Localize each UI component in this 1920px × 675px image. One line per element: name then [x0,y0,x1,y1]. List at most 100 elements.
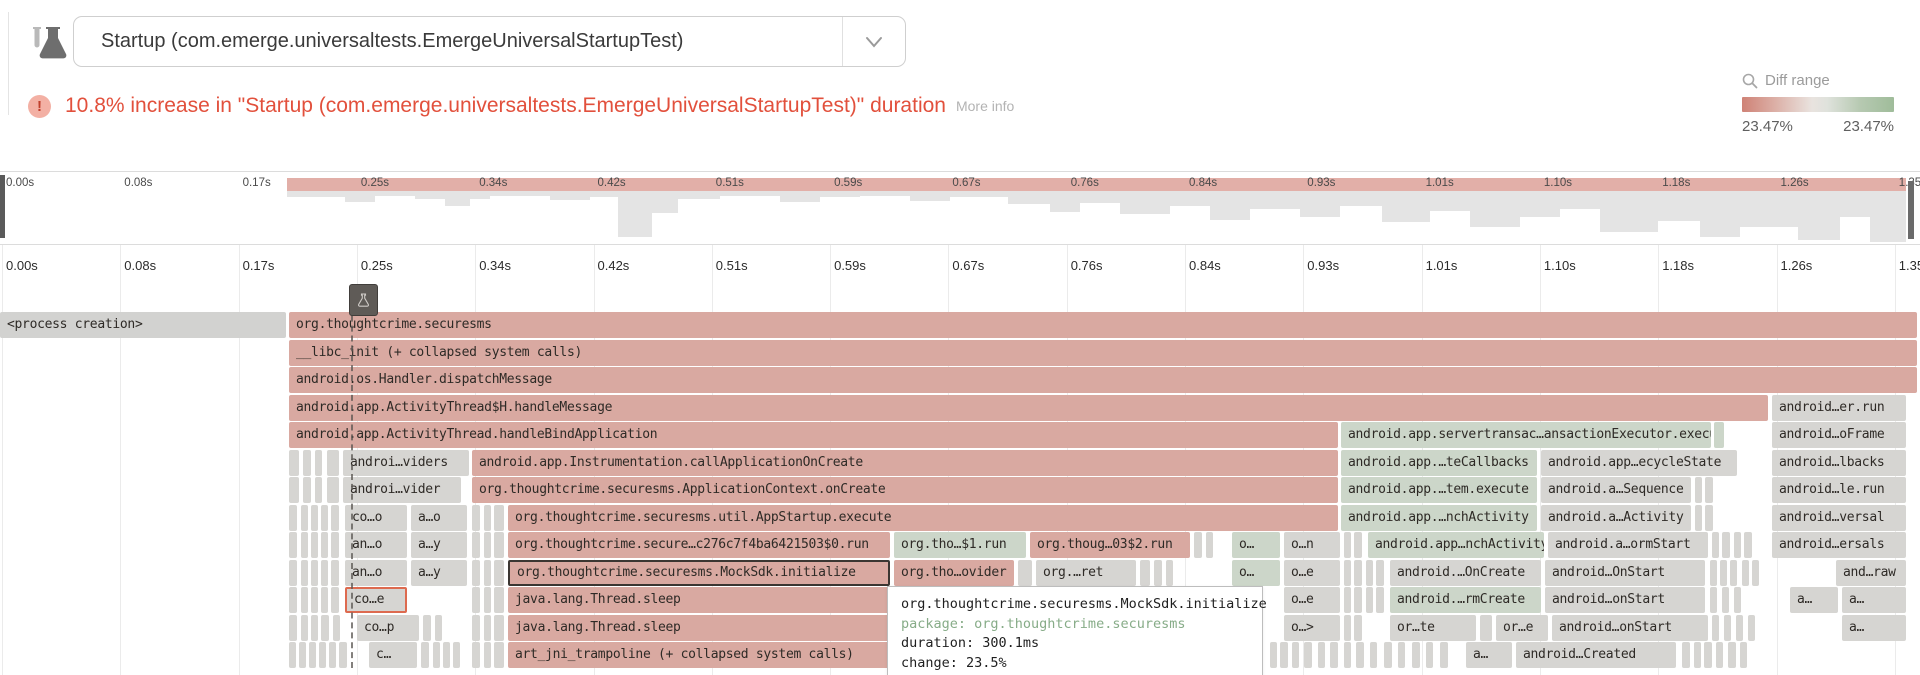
flame-block-sliver[interactable] [1440,642,1448,668]
flame-block[interactable]: o… [1232,532,1280,558]
flame-block[interactable]: o…e [1284,560,1340,586]
flame-block[interactable]: android.app.Instrumentation.callApplicat… [472,450,1338,476]
flame-block-sliver[interactable] [327,477,339,503]
flame-block-sliver[interactable] [494,642,504,668]
minimap-range-handle-left[interactable] [0,175,5,238]
flame-block[interactable]: o…n [1284,532,1340,558]
flame-block-sliver[interactable] [1370,642,1377,668]
flame-block[interactable]: android.app.…nchActivity [1341,505,1537,531]
flame-block-sliver[interactable] [1480,615,1492,641]
flame-block-sliver[interactable] [435,615,442,641]
flame-block-sliver[interactable] [1705,505,1713,531]
flame-block-sliver[interactable] [289,642,296,668]
flame-block-sliver[interactable] [289,560,297,586]
flame-block[interactable]: o…e [1284,587,1340,613]
flame-block[interactable]: an…o [345,560,407,586]
flame-block[interactable]: android…onStart [1545,587,1705,613]
flame-block-sliver[interactable] [1376,587,1384,613]
flame-block-sliver[interactable] [1018,560,1032,586]
flame-block[interactable]: android…onStart [1552,615,1708,641]
flame-block-sliver[interactable] [472,615,480,641]
flame-block-sliver[interactable] [309,642,316,668]
chevron-down-icon[interactable] [856,31,892,53]
flame-block-sliver[interactable] [311,505,318,531]
flame-block[interactable]: __libc_init (+ collapsed system calls) [289,340,1917,366]
flame-block[interactable]: c… [369,642,417,668]
flame-block-sliver[interactable] [1318,642,1325,668]
flame-block[interactable]: a…o [411,505,467,531]
minimap-range-handle-right[interactable] [1908,181,1914,239]
flame-block-sliver[interactable] [1344,532,1351,558]
flame-block-sliver[interactable] [433,642,440,668]
flame-block-sliver[interactable] [1354,532,1362,558]
flame-block-sliver[interactable] [472,587,480,613]
flame-block-sliver[interactable] [1722,587,1729,613]
test-marker-flag[interactable] [349,284,378,316]
flame-block[interactable]: android.app.servertransac…ansactionExecu… [1341,422,1711,448]
flame-block-sliver[interactable] [333,615,340,641]
flame-block[interactable]: a… [1842,587,1906,613]
flame-block[interactable]: co…o [345,505,407,531]
flame-block-sliver[interactable] [327,450,339,476]
flame-block-sliver[interactable] [494,505,504,531]
flame-block-sliver[interactable] [1344,560,1351,586]
flame-block[interactable]: o…> [1284,615,1340,641]
flame-block-sliver[interactable] [1356,642,1364,668]
flame-block-sliver[interactable] [1714,422,1724,448]
flame-block-sliver[interactable] [1705,477,1713,503]
flame-block-sliver[interactable] [1140,560,1150,586]
flame-block[interactable]: android.…OnCreate [1390,560,1541,586]
flame-block-sliver[interactable] [1734,532,1741,558]
flame-block[interactable]: org.tho…$1.run [894,532,1026,558]
flame-block[interactable]: or…e [1496,615,1548,641]
flame-block-sliver[interactable] [1722,532,1730,558]
flame-block[interactable]: android…le.run [1772,477,1906,503]
flame-block-sliver[interactable] [1710,560,1717,586]
flame-block[interactable]: co…e [345,587,407,613]
flame-block-sliver[interactable] [421,642,429,668]
flame-block[interactable]: android…er.run [1772,395,1906,421]
flame-block-sliver[interactable] [1744,532,1752,558]
flame-block-sliver[interactable] [1344,642,1351,668]
flame-block[interactable]: android.os.Handler.dispatchMessage [289,367,1917,393]
flame-block-sliver[interactable] [1154,560,1162,586]
flame-block-sliver[interactable] [339,642,347,668]
flame-block-sliver[interactable] [1730,560,1737,586]
flame-block-sliver[interactable] [1704,642,1712,668]
flame-block-sliver[interactable] [301,560,308,586]
flame-block[interactable]: and…raw [1836,560,1906,586]
flame-block-sliver[interactable] [311,560,318,586]
flame-block-sliver[interactable] [315,477,322,503]
flame-block[interactable]: android.a…ormStart [1548,532,1708,558]
flame-block-sliver[interactable] [331,505,339,531]
flame-block-sliver[interactable] [311,615,318,641]
flame-block-sliver[interactable] [472,532,480,558]
flame-block-sliver[interactable] [301,505,308,531]
flame-block-sliver[interactable] [1384,642,1392,668]
more-info-link[interactable]: More info [956,98,1014,114]
flame-block-sliver[interactable] [1740,642,1747,668]
flame-block-sliver[interactable] [321,505,328,531]
flame-block-sliver[interactable] [494,560,504,586]
flame-block[interactable]: androi…vider [343,477,461,503]
flame-block-sliver[interactable] [1206,532,1213,558]
flame-block-sliver[interactable] [303,477,311,503]
flame-block-sliver[interactable] [1292,642,1299,668]
flame-block[interactable]: or…te [1390,615,1476,641]
flame-block[interactable]: an…o [345,532,407,558]
flame-block-sliver[interactable] [321,615,329,641]
flame-block-sliver[interactable] [331,560,339,586]
flame-block-sliver[interactable] [1712,532,1719,558]
flame-block[interactable]: java.lang.Thread.sleep [508,587,890,613]
flame-block-sliver[interactable] [1270,642,1277,668]
flame-block-sliver[interactable] [472,642,480,668]
flame-block[interactable]: org.…ret [1036,560,1136,586]
flame-block-sliver[interactable] [423,615,431,641]
flame-block-sliver[interactable] [484,560,491,586]
flame-block-sliver[interactable] [1354,587,1362,613]
flame-block[interactable]: org.tho…ovider [894,560,1014,586]
flame-block[interactable]: java.lang.Thread.sleep [508,615,890,641]
flame-block-sliver[interactable] [319,642,326,668]
flame-block[interactable]: org.thoughtcrime.securesms.util.AppStart… [508,505,1338,531]
flame-block[interactable]: <process creation> [0,312,286,338]
